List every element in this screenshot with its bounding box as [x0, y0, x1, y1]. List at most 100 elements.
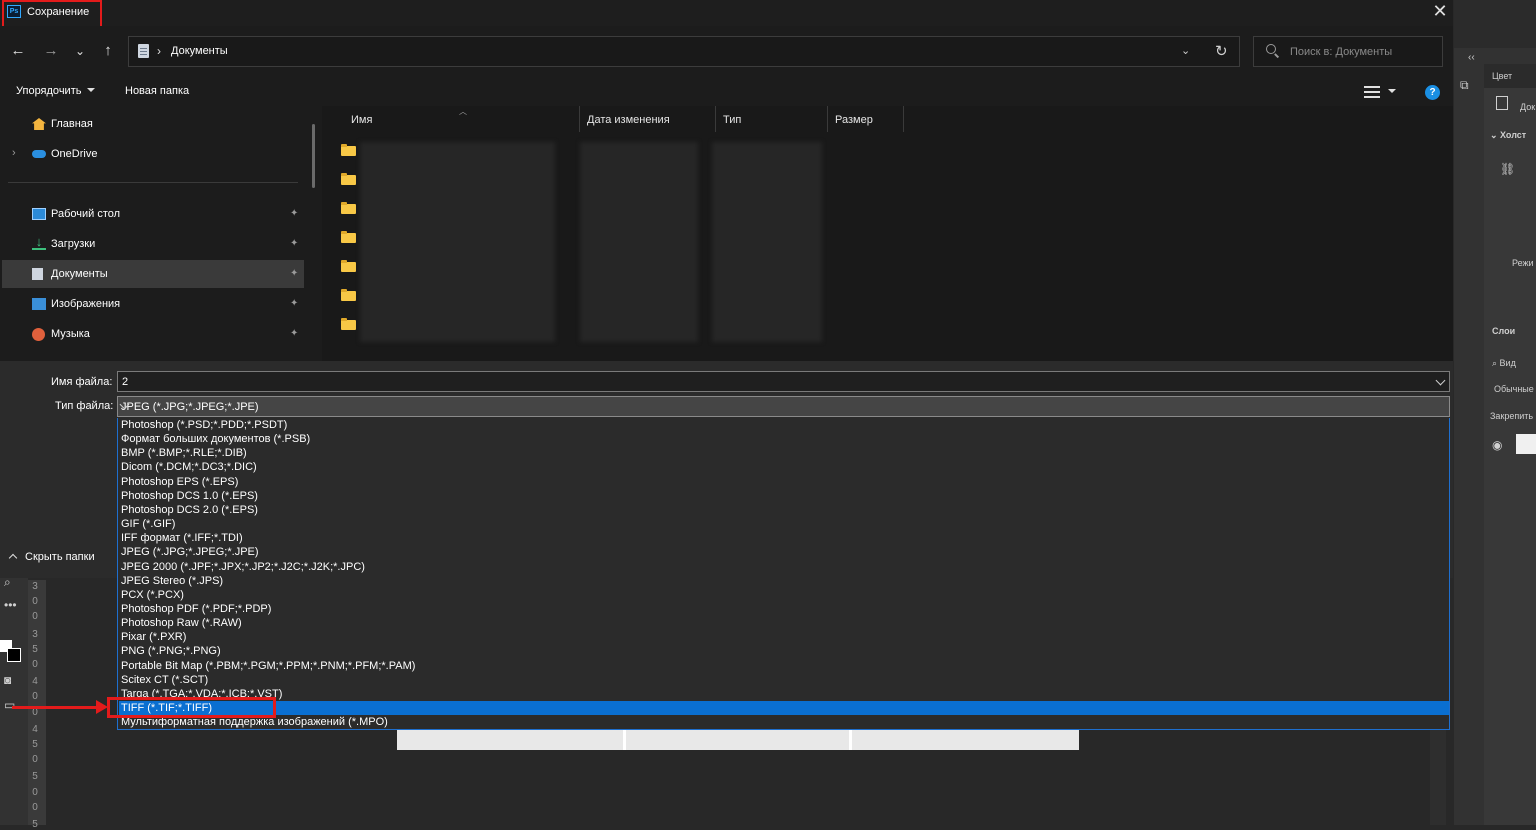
folder-row[interactable] [341, 202, 357, 214]
filetype-option[interactable]: Мультиформатная поддержка изображений (*… [119, 715, 1449, 729]
search-box[interactable] [1253, 36, 1443, 67]
filetype-option[interactable]: Dicom (*.DCM;*.DC3;*.DIC) [119, 460, 1449, 474]
breadcrumb-documents[interactable]: Документы [171, 45, 228, 57]
filetype-option[interactable]: PNG (*.PNG;*.PNG) [119, 644, 1449, 658]
sidebar-item[interactable]: Изображения ✦ [2, 290, 304, 318]
sidebar-item-label: OneDrive [51, 148, 98, 160]
layer-filter[interactable]: ⌕ Вид [1492, 358, 1516, 369]
filetype-option[interactable]: TIFF (*.TIF;*.TIFF) [119, 701, 1449, 715]
filetype-option[interactable]: Photoshop (*.PSD;*.PDD;*.PSDT) [119, 418, 1449, 432]
organize-button[interactable]: Упорядочить [16, 85, 96, 97]
folder-row[interactable] [341, 231, 357, 243]
sidebar-item[interactable]: Рабочий стол ✦ [2, 200, 304, 228]
sidebar-item-label: Документы [51, 268, 108, 280]
sidebar-item[interactable]: ↓ Загрузки ✦ [2, 230, 304, 258]
ruler-label: 0 [32, 659, 38, 670]
music-icon [32, 328, 45, 341]
blend-mode-select[interactable]: Обычные [1494, 384, 1534, 394]
filetype-option[interactable]: Photoshop Raw (*.RAW) [119, 616, 1449, 630]
sidebar-item[interactable]: Документы ✦ [2, 260, 304, 288]
up-button[interactable]: ↑ [98, 40, 118, 62]
filetype-option[interactable]: Photoshop EPS (*.EPS) [119, 475, 1449, 489]
more-tools-icon[interactable]: ••• [4, 598, 17, 612]
address-bar[interactable]: › Документы ⌄ ↻ [128, 36, 1240, 67]
filename-dropdown-icon[interactable] [1435, 375, 1446, 386]
recent-locations-button[interactable]: ⌄ [70, 40, 90, 62]
help-icon[interactable]: ? [1425, 85, 1440, 100]
back-button[interactable]: ← [8, 40, 28, 62]
documents-folder-icon [138, 44, 149, 58]
ruler-label: 3 [32, 628, 38, 640]
column-header[interactable]: Тип [716, 106, 828, 132]
filetype-option[interactable]: Scitex CT (*.SCT) [119, 673, 1449, 687]
filetype-option[interactable]: GIF (*.GIF) [119, 517, 1449, 531]
ruler-label: 0 [32, 754, 38, 766]
hide-folders-button[interactable]: Скрыть папки [8, 551, 95, 563]
filename-field[interactable] [117, 371, 1450, 392]
filetype-option[interactable]: IFF формат (*.IFF;*.TDI) [119, 531, 1449, 545]
column-header[interactable]: Размер [828, 106, 904, 132]
filetype-option[interactable]: Photoshop PDF (*.PDF;*.PDP) [119, 602, 1449, 616]
refresh-icon[interactable]: ↻ [1215, 42, 1228, 60]
panel-doc-label: Док [1520, 102, 1536, 112]
sidebar-item[interactable]: Главная [2, 110, 304, 138]
filetype-option[interactable]: Photoshop DCS 1.0 (*.EPS) [119, 489, 1449, 503]
column-header[interactable]: Дата изменения [580, 106, 716, 132]
pin-icon: ✦ [290, 328, 299, 339]
expand-chevron-icon[interactable]: › [12, 147, 16, 159]
ruler-label: 0 [32, 611, 38, 623]
folder-row[interactable] [341, 318, 357, 330]
panel-history-icon[interactable]: ⧉ [1460, 78, 1469, 93]
filetype-option[interactable]: Photoshop DCS 2.0 (*.EPS) [119, 503, 1449, 517]
tab-layers[interactable]: Слои [1492, 326, 1515, 336]
search-input[interactable] [1290, 44, 1435, 60]
filetype-option[interactable]: BMP (*.BMP;*.RLE;*.DIB) [119, 446, 1449, 460]
filetype-option[interactable]: JPEG 2000 (*.JPF;*.JPX;*.JP2;*.J2C;*.J2K… [119, 560, 1449, 574]
panel-canvas-label[interactable]: ⌄ Холст [1490, 130, 1526, 141]
view-options-icon[interactable] [1364, 85, 1380, 99]
filetype-option[interactable]: JPEG Stereo (*.JPS) [119, 574, 1449, 588]
panel-mode-label: Режи [1512, 258, 1534, 268]
annotation-highlight-box [107, 697, 276, 718]
pin-icon: ✦ [290, 208, 299, 219]
column-header-label: Размер [835, 114, 873, 126]
screen-mode-icon[interactable]: ▭ [4, 698, 15, 712]
command-bar: Упорядочить Новая папка ? [0, 78, 1453, 106]
desktop-icon [32, 208, 46, 220]
folder-row[interactable] [341, 260, 357, 272]
filetype-option[interactable]: PCX (*.PCX) [119, 588, 1449, 602]
folder-row[interactable] [341, 289, 357, 301]
breadcrumb-separator[interactable]: › [157, 44, 161, 58]
quick-mask-icon[interactable]: ◙ [4, 673, 11, 687]
column-header[interactable]: Имя [344, 106, 580, 132]
forward-button[interactable]: → [41, 40, 61, 62]
eye-icon[interactable]: ◉ [1492, 438, 1502, 452]
filetype-option[interactable]: Pixar (*.PXR) [119, 630, 1449, 644]
pin-icon: ✦ [290, 298, 299, 309]
new-folder-button[interactable]: Новая папка [125, 85, 189, 97]
sidebar-scrollbar[interactable] [312, 124, 315, 188]
right-panels: ‹‹ ⧉ Цвет Док ⌄ Холст ⛓ Режи Слои ⌕ Вид … [1454, 0, 1536, 825]
tab-color[interactable]: Цвет [1492, 71, 1512, 81]
ruler-label: 0 [32, 786, 38, 798]
filetype-select[interactable]: JPEG (*.JPG;*.JPEG;*.JPE) [117, 396, 1450, 417]
layer-thumbnail[interactable] [1516, 434, 1536, 454]
sidebar-item-label: Главная [51, 118, 93, 130]
address-dropdown-icon[interactable]: ⌄ [1181, 44, 1190, 57]
link-icon[interactable]: ⛓ [1500, 162, 1515, 176]
filetype-option[interactable]: Формат больших документов (*.PSB) [119, 432, 1449, 446]
filetype-option[interactable]: Targa (*.TGA;*.VDA;*.ICB;*.VST) [119, 687, 1449, 701]
collapse-panels-icon[interactable]: ‹‹ [1468, 52, 1475, 63]
folder-row[interactable] [341, 144, 357, 156]
filetype-options-list[interactable]: Photoshop (*.PSD;*.PDD;*.PSDT) Формат бол… [117, 418, 1450, 730]
filename-input[interactable] [122, 375, 1422, 389]
filetype-option[interactable]: JPEG (*.JPG;*.JPEG;*.JPE) [119, 545, 1449, 559]
view-dropdown-icon[interactable] [1388, 89, 1396, 93]
sidebar-item[interactable]: Музыка ✦ [2, 320, 304, 348]
filetype-option[interactable]: Portable Bit Map (*.PBM;*.PGM;*.PPM;*.PN… [119, 659, 1449, 673]
close-button[interactable]: ✕ [1428, 0, 1452, 24]
panel-dock-top: ‹‹ [1454, 0, 1536, 63]
background-color-swatch[interactable] [7, 648, 21, 662]
folder-row[interactable] [341, 173, 357, 185]
sidebar-item[interactable]: › OneDrive [2, 140, 304, 168]
